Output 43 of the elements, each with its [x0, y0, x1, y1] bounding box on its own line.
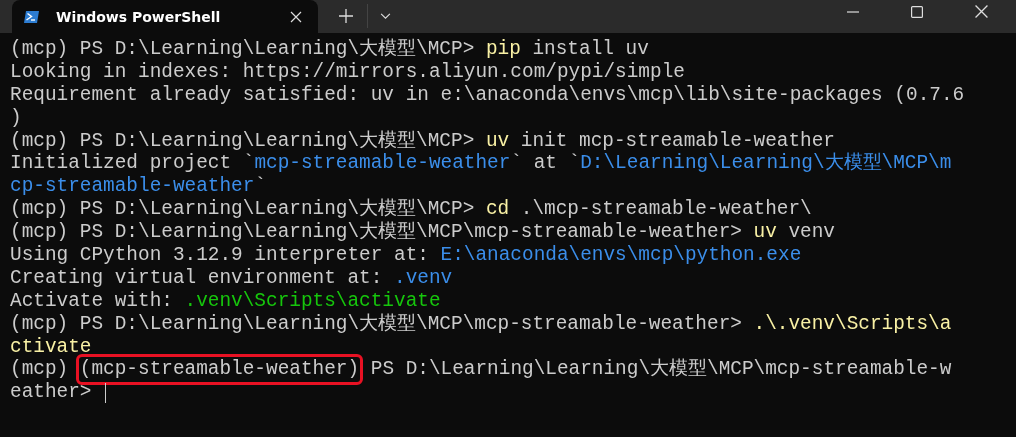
path-text: E:\anaconda\envs\mcp\python.exe: [440, 244, 802, 267]
terminal-text: Activate with:: [10, 289, 174, 313]
terminal-text: init mcp-streamable-weather: [519, 129, 835, 152]
dropdown-icon[interactable]: [380, 13, 391, 20]
terminal-text: Requirement already satisfied: uv in e:\anaconda\envs\mcp\lib\site-packages (0.7.6: [10, 83, 965, 107]
maximize-icon[interactable]: [911, 5, 923, 18]
terminal-text: (mcp) PS D:\Learning\Learning\大模型\MCP>: [10, 38, 476, 61]
terminal-text: .\mcp-streamable-weather\: [519, 198, 812, 222]
terminal-tab[interactable]: Windows PowerShell: [12, 0, 318, 33]
terminal-text: `: [254, 175, 266, 199]
command-text: uv: [753, 221, 777, 245]
terminal-text: eather>: [10, 381, 93, 405]
powershell-icon: [24, 8, 40, 25]
new-tab-icon[interactable]: [339, 9, 353, 23]
terminal-text: PS D:\Learning\Learning\大模型\MCP\mcp-streamable-w: [369, 358, 952, 382]
terminal-text: (mcp) PS D:\Learning\Learning\大模型\MCP>: [10, 198, 476, 221]
terminal-text: venv: [787, 221, 835, 245]
path-text: .venv: [394, 266, 453, 290]
path-text: cp-streamable-weather: [10, 175, 255, 199]
command-text: .\.venv\Scripts\a: [753, 312, 952, 336]
terminal-text: (mcp) PS D:\Learning\Learning\大模型\MCP>: [10, 129, 476, 153]
command-text: uv: [485, 129, 510, 153]
close-icon[interactable]: [975, 5, 988, 18]
terminal-text: (mcp) PS D:\Learning\Learning\大模型\MCP\mcp-streamable-weather>: [10, 221, 743, 245]
minimize-icon[interactable]: [847, 10, 859, 13]
terminal-text: Initialized project `: [10, 152, 255, 176]
terminal-text: Using CPython 3.12.9 interpreter at:: [10, 244, 430, 267]
terminal-text: (mcp) PS D:\Learning\Learning\大模型\MCP\mcp-streamable-weather>: [10, 312, 743, 336]
command-text: ctivate: [10, 335, 92, 359]
terminal-text: install uv: [531, 38, 649, 61]
text-cursor: [105, 382, 107, 403]
path-text: D:\Learning\Learning\大模型\MCP\m: [580, 152, 952, 176]
command-text: cd: [485, 198, 510, 222]
terminal-text: (mcp): [10, 358, 70, 382]
activate-path-text: .venv\Scripts\activate: [184, 289, 441, 313]
terminal-text: Creating virtual environment at:: [10, 266, 384, 290]
terminal-text: ` at `: [510, 152, 581, 176]
terminal-text: ): [10, 106, 22, 130]
path-text: mcp-streamable-weather: [254, 152, 511, 176]
close-tab-icon[interactable]: [290, 10, 302, 23]
terminal-text: Looking in indexes: https://mirrors.aliyun.com/pypi/simple: [10, 60, 685, 84]
tab-title: Windows PowerShell: [56, 8, 222, 25]
command-text: pip: [485, 38, 521, 61]
